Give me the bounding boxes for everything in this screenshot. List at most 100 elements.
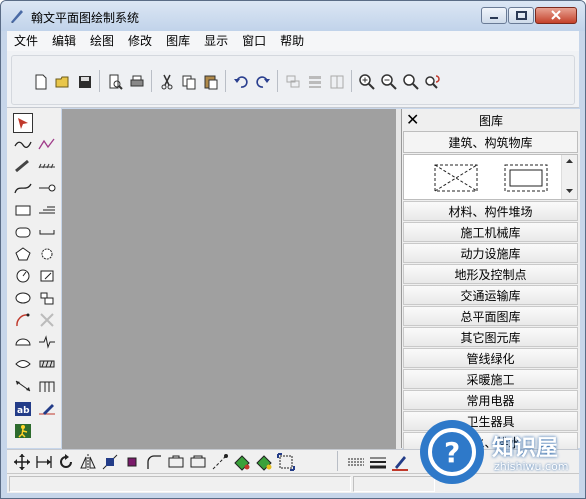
line-weight-icon[interactable] xyxy=(369,453,387,471)
save-icon[interactable] xyxy=(76,73,94,91)
pen-color-icon[interactable] xyxy=(391,453,409,471)
maximize-button[interactable] xyxy=(508,7,534,24)
extend-line-icon[interactable] xyxy=(211,453,229,471)
title-bar[interactable]: 翰文平面图绘制系统 xyxy=(1,1,585,31)
curve-tool[interactable] xyxy=(13,134,33,154)
copy-icon[interactable] xyxy=(180,73,198,91)
redo-icon[interactable] xyxy=(254,73,272,91)
open-folder-icon[interactable] xyxy=(54,73,72,91)
library-category-item[interactable]: 地形及控制点 xyxy=(403,264,578,284)
menu-draw[interactable]: 绘图 xyxy=(83,31,121,51)
frame-tool[interactable] xyxy=(37,266,57,286)
multi-line-tool[interactable] xyxy=(37,200,57,220)
scroll-down-icon[interactable] xyxy=(562,185,577,197)
zoom-icon[interactable] xyxy=(402,73,420,91)
select-region-icon[interactable] xyxy=(277,453,295,471)
scale-icon[interactable] xyxy=(101,453,119,471)
mirror-icon[interactable] xyxy=(79,453,97,471)
fillet-icon[interactable] xyxy=(145,453,163,471)
pen-line-tool[interactable] xyxy=(37,399,57,419)
print-icon[interactable] xyxy=(128,73,146,91)
library-preview[interactable] xyxy=(403,154,578,200)
pen-line-icon xyxy=(39,404,55,415)
break-line-tool[interactable] xyxy=(37,332,57,352)
arc-tool[interactable] xyxy=(13,310,33,330)
menu-bar: 文件 编辑 绘图 修改 图库 显示 窗口 帮助 xyxy=(7,31,579,51)
cut-icon[interactable] xyxy=(158,73,176,91)
ruler-tool[interactable] xyxy=(13,156,33,176)
stretch-icon[interactable] xyxy=(35,453,53,471)
menu-library[interactable]: 图库 xyxy=(159,31,197,51)
library-category-item[interactable]: 常用电器 xyxy=(403,390,578,410)
circle-tool[interactable] xyxy=(13,266,33,286)
watermark: ? 知识屋 zhishiwu.com xyxy=(414,416,586,499)
library-category-item[interactable]: 总平面图库 xyxy=(403,306,578,326)
ellipse-tool[interactable] xyxy=(13,288,33,308)
gate-tool[interactable] xyxy=(37,376,57,396)
group-icon[interactable] xyxy=(284,73,302,91)
align-icon[interactable] xyxy=(306,73,324,91)
preview-scrollbar[interactable] xyxy=(561,155,577,199)
text-ab-icon: ab xyxy=(15,402,31,416)
rounded-rect-tool[interactable] xyxy=(13,222,33,242)
library-category-item[interactable]: 施工机械库 xyxy=(403,222,578,242)
select-arrow-tool[interactable] xyxy=(13,113,33,133)
zoom-out-icon[interactable] xyxy=(380,73,398,91)
polyline-tool[interactable] xyxy=(37,134,57,154)
svg-text:?: ? xyxy=(444,436,460,469)
library-category-item[interactable]: 动力设施库 xyxy=(403,243,578,263)
dimension-tool[interactable] xyxy=(13,376,33,396)
spline-tool[interactable] xyxy=(13,178,33,198)
drawing-canvas[interactable] xyxy=(62,109,396,449)
arrow-icon xyxy=(18,118,28,129)
library-active-category[interactable]: 建筑、构筑物库 xyxy=(403,131,578,153)
close-button[interactable] xyxy=(535,7,577,24)
semicircle-tool[interactable] xyxy=(13,332,33,352)
fill-yellow-icon[interactable] xyxy=(255,453,273,471)
undo-icon[interactable] xyxy=(232,73,250,91)
chamfer-icon[interactable] xyxy=(167,453,185,471)
paste-icon[interactable] xyxy=(202,73,220,91)
zoom-in-icon[interactable] xyxy=(358,73,376,91)
rectangle-tool[interactable] xyxy=(13,200,33,220)
window-icon[interactable] xyxy=(328,73,346,91)
polyline-icon xyxy=(38,138,55,150)
library-category-item[interactable]: 管线绿化 xyxy=(403,348,578,368)
delete-tool[interactable] xyxy=(37,310,57,330)
move-icon[interactable] xyxy=(13,453,31,471)
polygon-tool[interactable] xyxy=(13,244,33,264)
library-category-item[interactable]: 交通运输库 xyxy=(403,285,578,305)
wall-tool[interactable] xyxy=(37,354,57,374)
new-file-icon[interactable] xyxy=(32,73,50,91)
line-endpoint-tool[interactable] xyxy=(37,178,57,198)
menu-window[interactable]: 窗口 xyxy=(235,31,273,51)
library-category-item[interactable]: 其它图元库 xyxy=(403,327,578,347)
bracket-tool[interactable] xyxy=(37,222,57,242)
print-preview-icon[interactable] xyxy=(106,73,124,91)
figure-tool[interactable] xyxy=(13,421,33,441)
app-pen-icon xyxy=(11,10,23,23)
circle-dashed-tool[interactable] xyxy=(37,244,57,264)
offset-icon[interactable] xyxy=(189,453,207,471)
menu-view[interactable]: 显示 xyxy=(197,31,235,51)
gate-icon xyxy=(39,381,55,392)
lens-icon xyxy=(15,360,31,368)
menu-help[interactable]: 帮助 xyxy=(273,31,311,51)
library-category-item[interactable]: 材料、构件堆场 xyxy=(403,201,578,221)
text-tool[interactable]: ab xyxy=(13,399,33,419)
library-category-item[interactable]: 采暖施工 xyxy=(403,369,578,389)
menu-modify[interactable]: 修改 xyxy=(121,31,159,51)
fill-green-icon[interactable] xyxy=(233,453,251,471)
lens-tool[interactable] xyxy=(13,354,33,374)
rotate-icon[interactable] xyxy=(57,453,75,471)
menu-edit[interactable]: 编辑 xyxy=(45,31,83,51)
zoom-refresh-icon[interactable] xyxy=(424,73,442,91)
menu-file[interactable]: 文件 xyxy=(7,31,45,51)
hatch-line-tool[interactable] xyxy=(37,156,57,176)
node-icon[interactable] xyxy=(123,453,141,471)
minimize-button[interactable] xyxy=(481,7,507,24)
wave-icon xyxy=(14,141,32,149)
scroll-up-icon[interactable] xyxy=(562,155,577,167)
line-style-icon[interactable] xyxy=(347,453,365,471)
block-tool[interactable] xyxy=(37,288,57,308)
